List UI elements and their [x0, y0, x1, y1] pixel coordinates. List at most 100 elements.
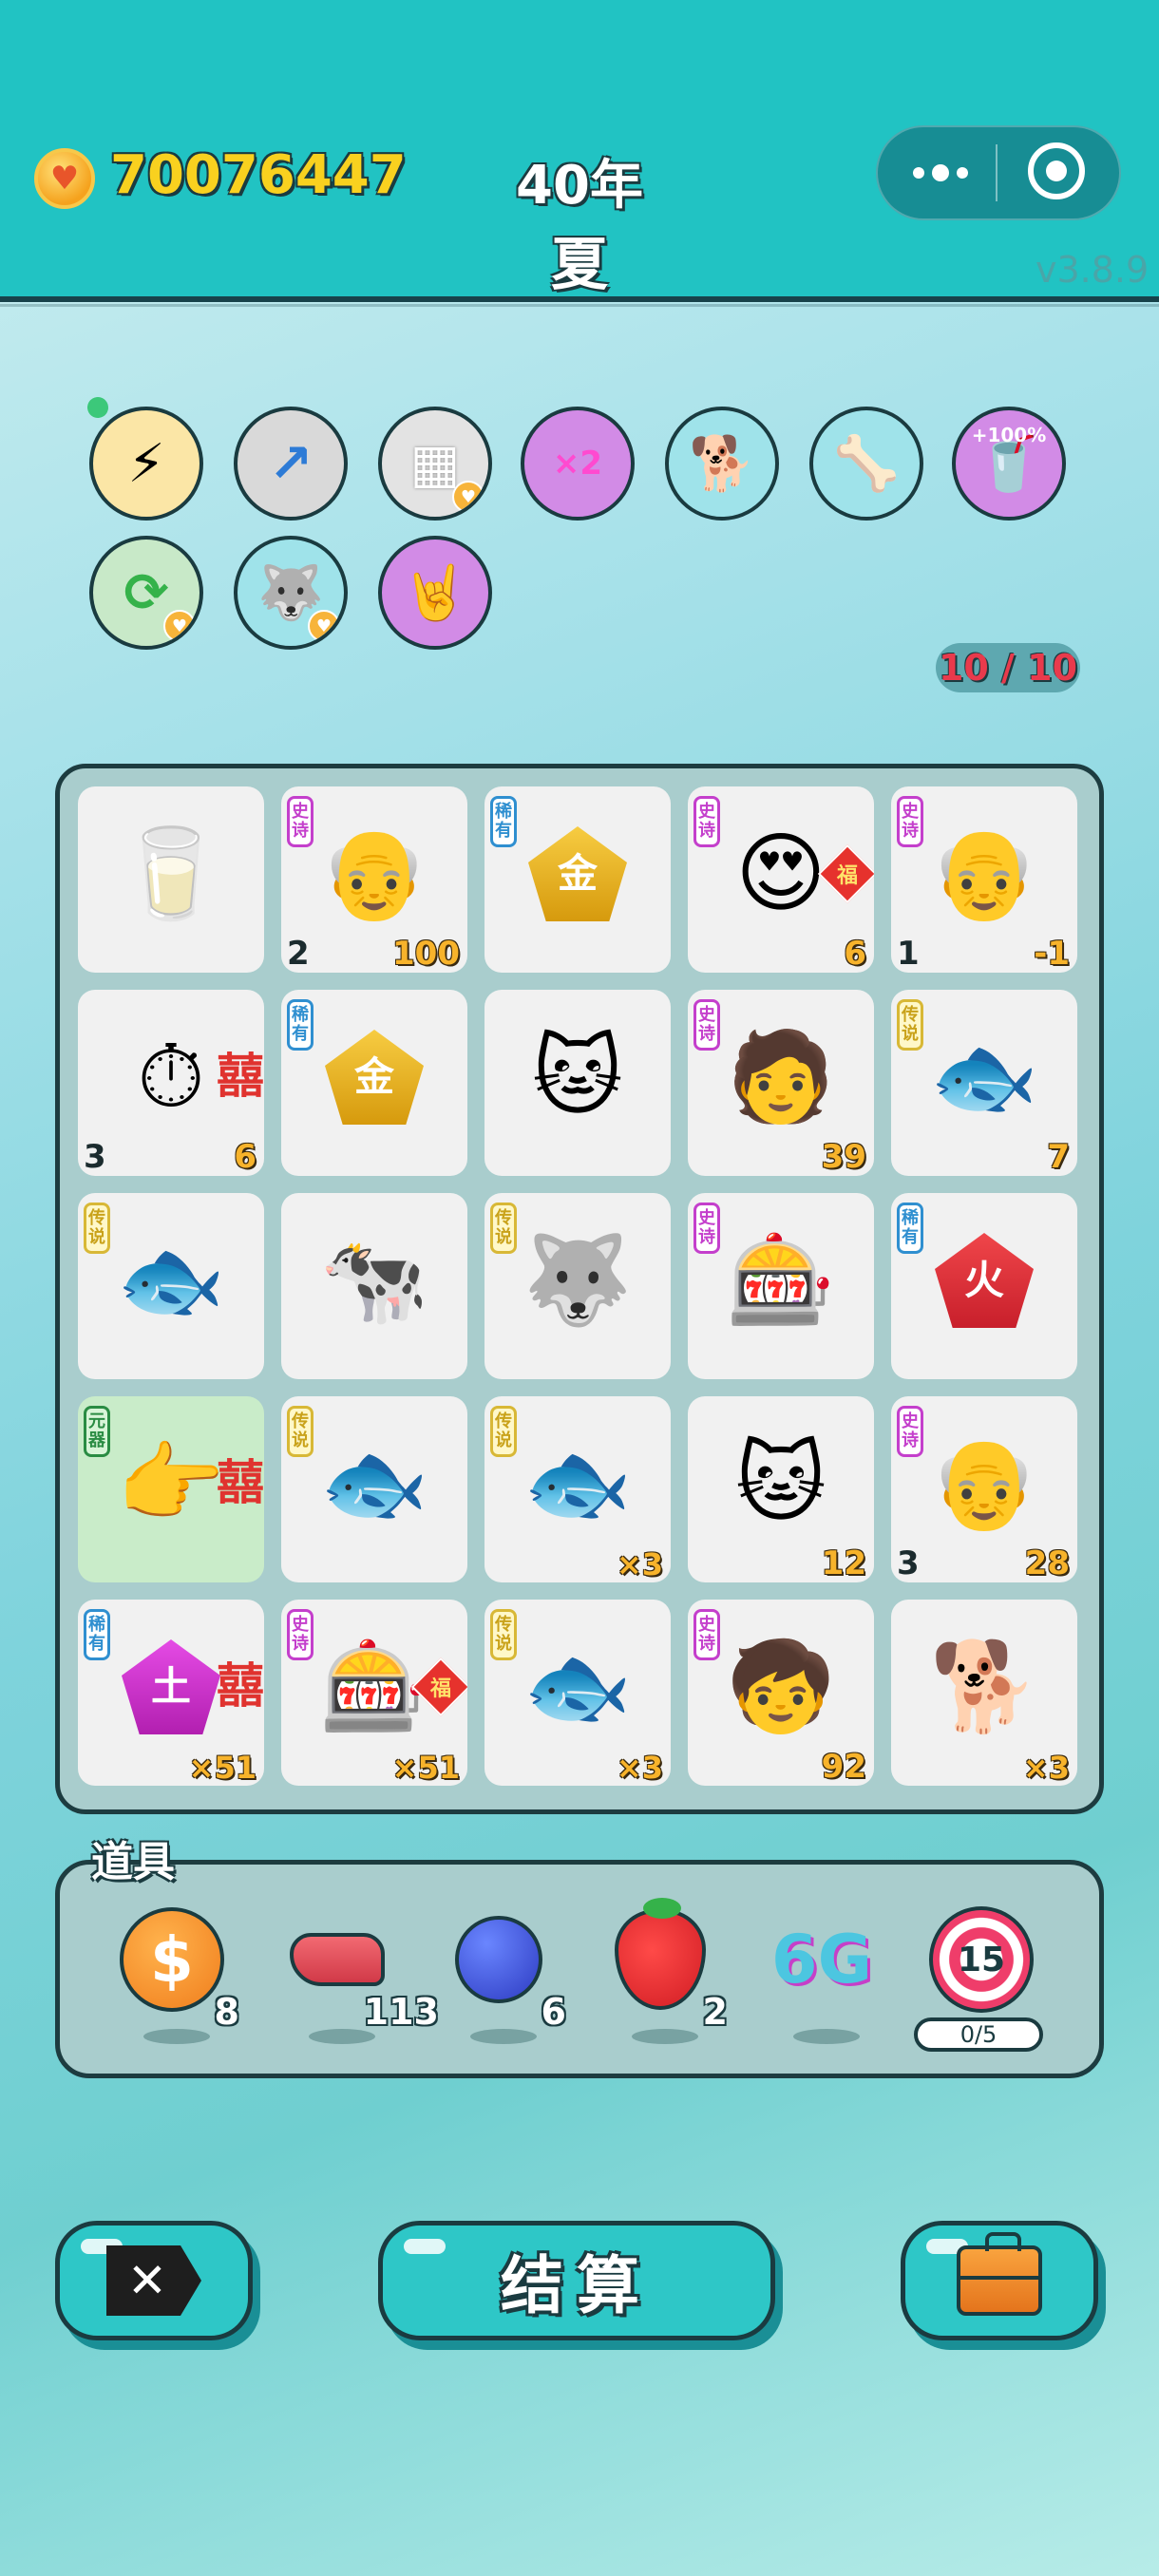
cell-counter: 3: [84, 1138, 106, 1176]
buff-rock-hand-icon[interactable]: 🤘: [378, 536, 492, 650]
board-cell-dog[interactable]: 🐕 ×3: [891, 1600, 1077, 1786]
prop-dollar-coin[interactable]: $ 8: [110, 1888, 239, 2069]
item-glyph: ⏱: [137, 1026, 205, 1127]
board-cell-koi[interactable]: 🐟 传说 7: [891, 990, 1077, 1176]
target-progress: 0/5: [914, 2017, 1043, 2052]
buff-glyph: ↗: [268, 432, 314, 495]
cell-counter: 3: [897, 1544, 920, 1582]
item-glyph: 🐕: [929, 1636, 1039, 1737]
buff-refresh-icon[interactable]: ⟳ ♥: [89, 536, 203, 650]
cell-multiplier: ×51: [188, 1750, 256, 1786]
game-year: 40年: [516, 155, 643, 217]
item-glyph: 🐟: [929, 1026, 1039, 1127]
cow-icon: 🐄: [310, 1216, 439, 1345]
prop-count: 113: [363, 1991, 439, 2033]
buff-husky-icon[interactable]: 🐺 ♥: [234, 536, 348, 650]
board-cell-gold[interactable]: 金稀有: [281, 990, 467, 1176]
buff-cool-dog-icon[interactable]: 🐕: [665, 407, 779, 521]
prop-blueberry[interactable]: 6: [437, 1888, 566, 2069]
board-cell-milk[interactable]: 🥛: [78, 786, 264, 973]
board-cell-husky-king[interactable]: 🐺 传说: [484, 1193, 671, 1379]
sixg-icon: 6G: [770, 1921, 873, 1998]
grandpa-icon: 👴: [920, 1419, 1049, 1548]
koi-icon: 🐟: [310, 1419, 439, 1548]
dollar-coin-icon: $: [120, 1907, 224, 2012]
coin-balance: 70076447: [110, 144, 407, 206]
inventory-button[interactable]: [901, 2221, 1098, 2340]
koi-icon: 🐟: [513, 1419, 642, 1548]
buff-glyph: ×2: [552, 445, 603, 483]
board-cell-gacha-machine[interactable]: 🎰 史诗福 ×51: [281, 1600, 467, 1786]
fortune-badge-text: 福: [429, 1676, 452, 1701]
board-cell-koi[interactable]: 🐟 传说: [281, 1396, 467, 1582]
board-cell-koi[interactable]: 🐟 传说: [78, 1193, 264, 1379]
board-cell-cat[interactable]: 🐱: [484, 990, 671, 1176]
item-glyph: 🐺: [522, 1229, 633, 1331]
buff-glyph: ⚡: [127, 432, 165, 495]
exit-icon: ✕: [106, 2245, 201, 2316]
cell-value: 92: [821, 1748, 866, 1786]
board-cell-koi[interactable]: 🐟 传说 ×3: [484, 1600, 671, 1786]
rarity-tag: 史诗: [694, 796, 720, 847]
board-cell-koi[interactable]: 🐟 传说 ×3: [484, 1396, 671, 1582]
prop-liver[interactable]: 113: [276, 1888, 439, 2069]
rarity-tag: 传说: [490, 1609, 517, 1660]
item-glyph: 🧑: [726, 1026, 836, 1127]
board-cell-cow[interactable]: 🐄: [281, 1193, 467, 1379]
prop-count: 8: [214, 1991, 239, 2033]
board-cell-red-hat-kid[interactable]: 🧒 史诗 92: [688, 1600, 874, 1786]
item-glyph: 🐟: [319, 1432, 429, 1534]
exit-button[interactable]: ✕: [55, 2221, 253, 2340]
double-happiness-badge: 囍: [217, 1658, 264, 1714]
blueberry-icon: [455, 1916, 542, 2003]
board-cell-fire[interactable]: 火稀有: [891, 1193, 1077, 1379]
board-cell-gold[interactable]: 金稀有: [484, 786, 671, 973]
milk-icon: 🥛: [106, 809, 236, 938]
buff-glyph: ⟳: [124, 561, 169, 624]
cat-icon: 🐱: [716, 1419, 846, 1548]
close-miniprogram-icon[interactable]: [1028, 142, 1085, 199]
buff-blocks-icon[interactable]: ▦ ♥: [378, 407, 492, 521]
header-divider-shadow: [0, 304, 1159, 307]
board-cell-grandpa-glasses[interactable]: 👴 史诗 1 -1: [891, 786, 1077, 973]
dog-icon: 🐕: [920, 1622, 1049, 1752]
buff-glyph: 🦴: [833, 433, 900, 495]
cell-value: 6: [844, 935, 866, 973]
red-hat-kid-icon: 🧒: [716, 1622, 846, 1752]
more-options-icon[interactable]: [902, 154, 978, 192]
element-gold-label: 金: [528, 826, 627, 921]
board-cell-green-hat-man[interactable]: 🧑 史诗 39: [688, 990, 874, 1176]
item-glyph: 🐟: [522, 1636, 633, 1737]
rarity-tag: 传说: [287, 1406, 314, 1457]
buff-glyph: 🤘: [402, 562, 468, 624]
board-cell-stopwatch[interactable]: ⏱ 囍 3 6: [78, 990, 264, 1176]
settle-button[interactable]: 结算: [378, 2221, 775, 2340]
buff-milk-tea-icon[interactable]: 🥤 +100%: [952, 407, 1066, 521]
rarity-tag: 史诗: [694, 999, 720, 1051]
board-cell-gacha-machine[interactable]: 🎰 史诗: [688, 1193, 874, 1379]
rarity-tag: 史诗: [287, 796, 314, 847]
cell-multiplier: ×3: [1022, 1750, 1070, 1786]
heart-badge-icon: ♥: [308, 610, 340, 642]
heart-badge-icon: ♥: [452, 481, 484, 513]
item-glyph: 🐄: [319, 1229, 429, 1331]
board-cell-grandpa-moon[interactable]: 👴 史诗 2 100: [281, 786, 467, 973]
buff-multiplier-boy-icon[interactable]: ×2: [521, 407, 635, 521]
koi-icon: 🐟: [513, 1622, 642, 1752]
game-season: 夏: [551, 232, 608, 298]
buff-lightning-icon[interactable]: ⚡: [89, 407, 203, 521]
buff-growth-arrow-icon[interactable]: ↗: [234, 407, 348, 521]
cell-value: -1: [1034, 935, 1070, 973]
prop-6g[interactable]: 6G: [760, 1888, 884, 2069]
pin-icon: [83, 392, 113, 423]
board-cell-heart-girl[interactable]: 😍 史诗福 6: [688, 786, 874, 973]
prop-strawberry[interactable]: 2: [598, 1888, 728, 2069]
buff-dog-bowl-icon[interactable]: 🦴: [809, 407, 923, 521]
board-cell-cat[interactable]: 🐱 12: [688, 1396, 874, 1582]
board-cell-grandpa[interactable]: 👴 史诗 3 28: [891, 1396, 1077, 1582]
rarity-tag: 史诗: [287, 1609, 314, 1660]
board-cell-pointing-hand[interactable]: 👉 元器囍: [78, 1396, 264, 1582]
cell-multiplier: ×51: [391, 1750, 460, 1786]
board-cell-earth[interactable]: 土稀有囍 ×51: [78, 1600, 264, 1786]
rarity-tag: 稀有: [84, 1609, 110, 1660]
